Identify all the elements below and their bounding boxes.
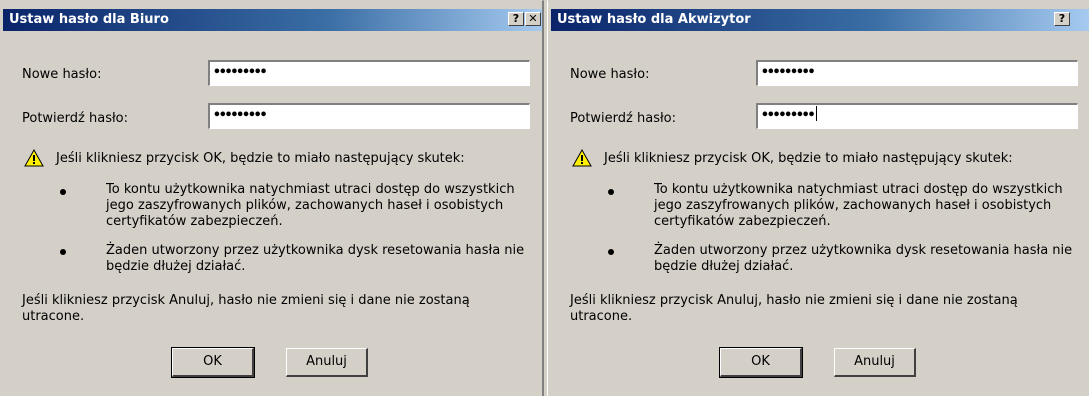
- bullet-dot: [60, 249, 66, 255]
- confirm-password-value: •••••••••: [761, 108, 815, 123]
- bullet-text-2: Żaden utworzony przez użytkownika dysk r…: [106, 243, 525, 274]
- title-bar[interactable]: Ustaw hasło dla Biuro ? ✕: [3, 9, 542, 31]
- close-icon: ✕: [528, 12, 538, 25]
- confirm-password-value: •••••••••: [213, 108, 267, 123]
- dialog-title: Ustaw hasło dla Biuro: [9, 12, 169, 27]
- dialog-set-password-biuro: Ustaw hasło dla Biuro ? ✕ Nowe hasło: ••…: [0, 0, 544, 396]
- confirm-password-input[interactable]: •••••••••: [756, 103, 1078, 129]
- help-button[interactable]: ?: [1054, 12, 1070, 26]
- help-button[interactable]: ?: [508, 12, 524, 26]
- bullet-text-1: To kontu użytkownika natychmiast utraci …: [106, 182, 515, 229]
- cancel-button[interactable]: Anuluj: [834, 348, 916, 377]
- confirm-password-label: Potwierdź hasło:: [570, 111, 676, 126]
- title-bar[interactable]: Ustaw hasło dla Akwizytor ?: [551, 9, 1089, 31]
- bullet-dot: [608, 189, 614, 195]
- ok-button[interactable]: OK: [719, 347, 803, 378]
- help-icon: ?: [1058, 12, 1066, 25]
- footer-text: Jeśli klikniesz przycisk Anuluj, hasło n…: [22, 293, 470, 324]
- warning-text: Jeśli klikniesz przycisk OK, będzie to m…: [604, 151, 1013, 166]
- confirm-password-label: Potwierdź hasło:: [22, 111, 128, 126]
- new-password-label: Nowe hasło:: [22, 67, 102, 82]
- help-icon: ?: [512, 12, 520, 25]
- bullet-text-2: Żaden utworzony przez użytkownika dysk r…: [654, 243, 1073, 274]
- warning-triangle-icon: [572, 149, 592, 167]
- dialog-title: Ustaw hasło dla Akwizytor: [557, 12, 751, 27]
- text-caret: [816, 106, 818, 121]
- cancel-button[interactable]: Anuluj: [286, 348, 368, 377]
- new-password-input[interactable]: •••••••••: [208, 60, 530, 86]
- new-password-input[interactable]: •••••••••: [756, 60, 1078, 86]
- close-button[interactable]: ✕: [525, 12, 541, 26]
- warning-triangle-icon: [24, 149, 44, 167]
- new-password-value: •••••••••: [761, 65, 815, 80]
- bullet-dot: [608, 249, 614, 255]
- new-password-label: Nowe hasło:: [570, 67, 650, 82]
- warning-text: Jeśli klikniesz przycisk OK, będzie to m…: [56, 151, 465, 166]
- ok-button[interactable]: OK: [171, 347, 255, 378]
- dialog-set-password-akwizytor: Ustaw hasło dla Akwizytor ? Nowe hasło: …: [547, 0, 1089, 396]
- bullet-dot: [60, 189, 66, 195]
- new-password-value: •••••••••: [213, 65, 267, 80]
- bullet-text-1: To kontu użytkownika natychmiast utraci …: [654, 182, 1063, 229]
- footer-text: Jeśli klikniesz przycisk Anuluj, hasło n…: [570, 293, 1018, 324]
- confirm-password-input[interactable]: •••••••••: [208, 103, 530, 129]
